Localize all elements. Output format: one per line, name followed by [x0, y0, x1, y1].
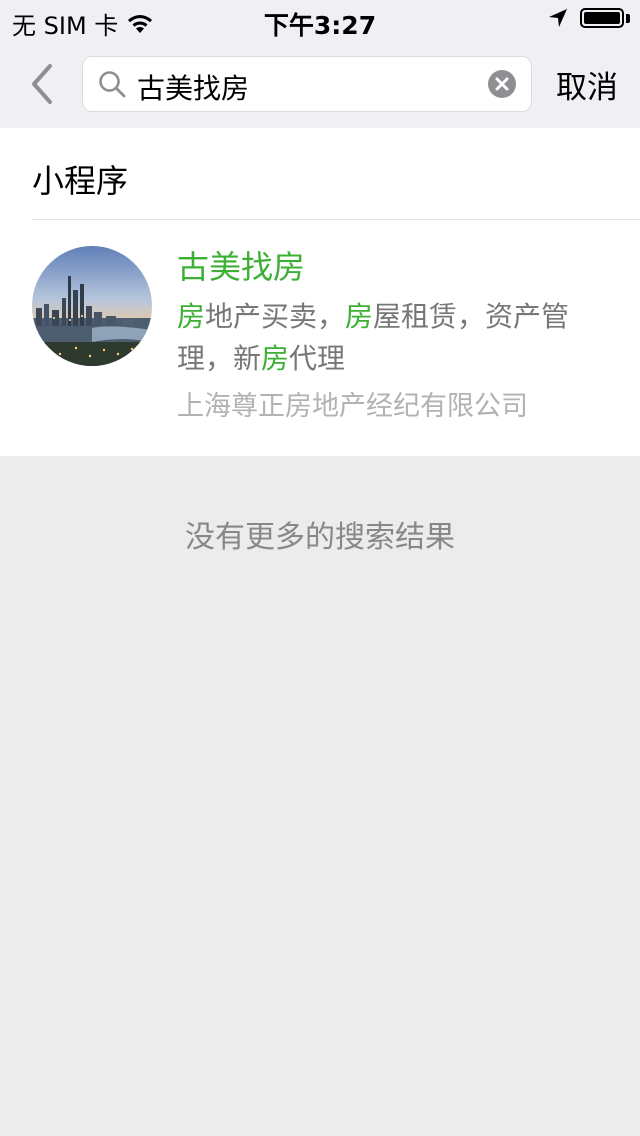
- mini-program-result[interactable]: 古美找房 房地产买卖，房屋租赁，资产管理，新房代理 上海尊正房地产经纪有限公司: [0, 220, 640, 456]
- battery-icon: [580, 8, 624, 28]
- search-header: 古美找房 取消: [0, 40, 640, 128]
- desc-segment: 房: [261, 342, 290, 375]
- section-title: 小程序: [32, 162, 129, 200]
- search-icon: [99, 71, 126, 98]
- location-arrow-icon: [549, 9, 567, 27]
- battery-tip: [626, 13, 630, 23]
- desc-segment: 房: [177, 300, 206, 333]
- result-organization: 上海尊正房地产经纪有限公司: [177, 391, 528, 422]
- status-bar: 无 SIM 卡 下午3:27: [0, 0, 640, 40]
- result-description: 房地产买卖，房屋租赁，资产管理，新房代理: [177, 296, 617, 380]
- back-chevron-icon: [32, 64, 52, 104]
- desc-segment: 房: [345, 300, 374, 333]
- no-more-results-text: 没有更多的搜索结果: [185, 520, 455, 555]
- desc-segment: 代理: [289, 342, 346, 375]
- desc-segment: 地产买卖，: [205, 300, 346, 333]
- status-right: [548, 8, 630, 28]
- search-input[interactable]: 古美找房: [82, 56, 532, 112]
- search-query[interactable]: 古美找房: [137, 67, 249, 107]
- back-button[interactable]: [24, 60, 64, 108]
- result-title[interactable]: 古美找房: [177, 242, 305, 288]
- clear-icon[interactable]: [487, 69, 517, 99]
- results-panel: 小程序 古美找房 房地产买卖，房屋租赁，资产管理，新房代理 上海尊正房地产经纪有…: [0, 128, 640, 456]
- avatar: [32, 246, 152, 366]
- status-time: 下午3:27: [263, 11, 377, 40]
- cancel-button[interactable]: 取消: [556, 62, 618, 107]
- city-skyline-image: [32, 246, 152, 366]
